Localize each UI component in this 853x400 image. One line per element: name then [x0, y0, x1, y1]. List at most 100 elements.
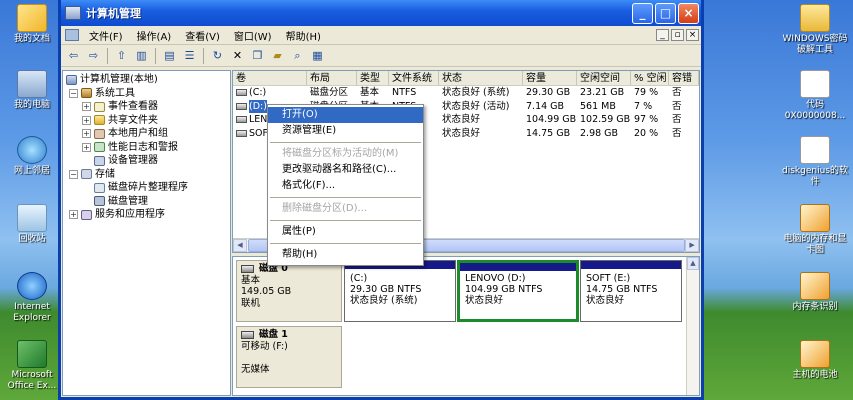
- toolbox-icon: [81, 88, 92, 99]
- desktop-icon-password-tool[interactable]: WINDOWS密码破解工具: [780, 4, 850, 56]
- copy-icon[interactable]: ❐: [249, 47, 266, 64]
- menu-item-explore[interactable]: 资源管理(E): [268, 123, 423, 139]
- menu-action[interactable]: 操作(A): [130, 28, 179, 43]
- menu-item-properties[interactable]: 属性(P): [268, 224, 423, 240]
- menu-item-open[interactable]: 打开(O): [268, 107, 423, 123]
- forward-icon[interactable]: ⇨: [85, 47, 102, 64]
- tree-item-computer-management[interactable]: 计算机管理(本地): [63, 73, 230, 87]
- desktop-icon-my-computer[interactable]: 我的电脑: [0, 70, 64, 111]
- desktop-icon-ie[interactable]: Internet Explorer: [0, 272, 64, 324]
- table-row[interactable]: (C:) 磁盘分区 基本 NTFS 状态良好 (系统) 29.30 GB 23.…: [233, 86, 699, 100]
- properties-icon[interactable]: ☰: [181, 47, 198, 64]
- tree-item-local-users[interactable]: + 本地用户和组: [63, 127, 230, 141]
- maximize-button[interactable]: □: [655, 2, 676, 24]
- desktop-icon-recycle-bin[interactable]: 回收站: [0, 204, 64, 245]
- menu-item-help[interactable]: 帮助(H): [268, 247, 423, 263]
- col-filesystem[interactable]: 文件系统: [389, 71, 439, 85]
- disk-1-info[interactable]: 磁盘 1 可移动 (F:) 无媒体: [236, 326, 342, 388]
- help-icon[interactable]: ▦: [309, 47, 326, 64]
- partition-e[interactable]: SOFT (E:) 14.75 GB NTFS 状态良好: [580, 260, 682, 322]
- col-fault-tolerance[interactable]: 容错: [669, 71, 699, 85]
- documents-icon: [17, 4, 47, 32]
- partition-d[interactable]: LENOVO (D:) 104.99 GB NTFS 状态良好: [457, 260, 579, 322]
- menu-help[interactable]: 帮助(H): [279, 28, 328, 43]
- desktop-icon-my-documents[interactable]: 我的文档: [0, 4, 64, 45]
- export-icon[interactable]: ▤: [161, 47, 178, 64]
- search-icon[interactable]: ⌕: [289, 47, 306, 64]
- mdi-child-icon[interactable]: [65, 29, 79, 41]
- tree-item-shared-folders[interactable]: + 共享文件夹: [63, 114, 230, 128]
- title-bar[interactable]: 计算机管理 _ □ ×: [61, 0, 701, 26]
- close-button[interactable]: ×: [678, 2, 699, 24]
- mdi-restore-button[interactable]: ▫: [671, 29, 684, 41]
- col-capacity[interactable]: 容量: [523, 71, 577, 85]
- col-layout[interactable]: 布局: [307, 71, 357, 85]
- menu-separator: [270, 220, 421, 221]
- minimize-button[interactable]: _: [632, 2, 653, 24]
- disk-icon: [241, 330, 254, 339]
- tree-item-device-manager[interactable]: 设备管理器: [63, 154, 230, 168]
- tree-item-services-apps[interactable]: + 服务和应用程序: [63, 208, 230, 222]
- expand-icon[interactable]: +: [82, 129, 91, 139]
- toolbar: ⇦ ⇨ ⇧ ▥ ▤ ☰ ↻ ✕ ❐ ▰ ⌕ ▦: [61, 45, 701, 67]
- menu-file[interactable]: 文件(F): [82, 28, 130, 43]
- menu-item-change-drive-letter[interactable]: 更改驱动器名和路径(C)...: [268, 162, 423, 178]
- expand-icon[interactable]: +: [82, 142, 91, 152]
- col-status[interactable]: 状态: [439, 71, 523, 85]
- computer-management-icon: [65, 6, 81, 20]
- mdi-close-button[interactable]: ×: [686, 29, 699, 41]
- back-icon[interactable]: ⇦: [65, 47, 82, 64]
- collapse-icon[interactable]: −: [69, 169, 78, 179]
- col-free-space[interactable]: 空闲空间: [577, 71, 631, 85]
- partition-c[interactable]: (C:) 29.30 GB NTFS 状态良好 (系统): [344, 260, 456, 322]
- scroll-left-icon[interactable]: ◀: [233, 239, 247, 252]
- refresh-icon[interactable]: ↻: [209, 47, 226, 64]
- excel-icon: [17, 340, 47, 368]
- tree-item-disk-management[interactable]: 磁盘管理: [63, 195, 230, 209]
- tree-item-event-viewer[interactable]: + 事件查看器: [63, 100, 230, 114]
- col-percent-free[interactable]: % 空闲: [631, 71, 669, 85]
- tree-item-system-tools[interactable]: − 系统工具: [63, 87, 230, 101]
- menu-item-format[interactable]: 格式化(F)...: [268, 178, 423, 194]
- open-icon[interactable]: ▰: [269, 47, 286, 64]
- mdi-minimize-button[interactable]: _: [656, 29, 669, 41]
- text-file-icon: [800, 70, 830, 98]
- disk-0-info[interactable]: 磁盘 0 基本 149.05 GB 联机: [236, 260, 342, 322]
- menu-separator: [270, 197, 421, 198]
- desktop-icon-battery[interactable]: 主机的电池: [780, 340, 850, 381]
- jpg-icon: [800, 272, 830, 300]
- show-tree-icon[interactable]: ▥: [133, 47, 150, 64]
- desktop-icon-diskgenius[interactable]: diskgenius的软件: [780, 136, 850, 188]
- desktop-icon-network[interactable]: 网上邻居: [0, 136, 64, 177]
- tree-item-storage[interactable]: − 存储: [63, 168, 230, 182]
- network-icon: [17, 136, 47, 164]
- volume-icon: [236, 89, 247, 97]
- disk-0-row: 磁盘 0 基本 149.05 GB 联机 (C:) 29.30 GB NTFS …: [236, 260, 685, 322]
- vertical-scrollbar[interactable]: ▲: [686, 257, 699, 395]
- collapse-icon[interactable]: −: [69, 88, 78, 98]
- expand-icon[interactable]: +: [69, 210, 78, 220]
- expand-icon[interactable]: +: [82, 115, 91, 125]
- console-tree: 计算机管理(本地) − 系统工具 + 事件查看器 + 共享文件夹 + 本地用户和…: [62, 70, 231, 396]
- computer-management-icon: [66, 74, 77, 85]
- menu-view[interactable]: 查看(V): [178, 28, 227, 43]
- desktop-icon-excel[interactable]: Microsoft Office Ex...: [0, 340, 64, 392]
- desktop-icon-memory-id[interactable]: 内存条识别: [780, 272, 850, 313]
- menu-window[interactable]: 窗口(W): [227, 28, 279, 43]
- col-type[interactable]: 类型: [357, 71, 389, 85]
- col-volume[interactable]: 卷: [233, 71, 307, 85]
- scroll-up-icon[interactable]: ▲: [687, 257, 699, 270]
- expand-icon[interactable]: +: [82, 102, 91, 112]
- event-viewer-icon: [94, 101, 105, 112]
- scroll-right-icon[interactable]: ▶: [685, 239, 699, 252]
- disk-1-row: 磁盘 1 可移动 (F:) 无媒体: [236, 326, 685, 388]
- device-manager-icon: [94, 155, 105, 166]
- tree-item-defragmenter[interactable]: 磁盘碎片整理程序: [63, 181, 230, 195]
- up-icon[interactable]: ⇧: [113, 47, 130, 64]
- disk-management-icon: [94, 196, 105, 207]
- desktop-icon-error-code[interactable]: 代码0X0000008...: [780, 70, 850, 122]
- delete-icon[interactable]: ✕: [229, 47, 246, 64]
- tree-item-performance-logs[interactable]: + 性能日志和警报: [63, 141, 230, 155]
- desktop-icon-memory-gpu[interactable]: 电脑的内存和显卡图: [780, 204, 850, 256]
- window-title: 计算机管理: [86, 7, 141, 20]
